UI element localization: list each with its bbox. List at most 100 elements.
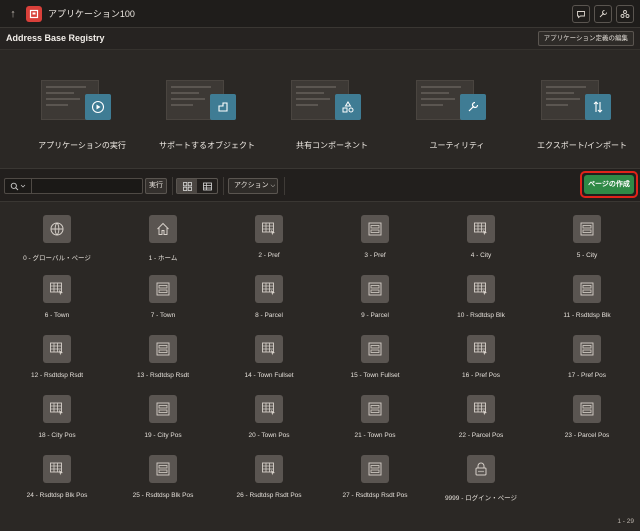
page-label: 2 - Pref [258, 252, 280, 259]
feature-label: ユーティリティ [429, 141, 485, 150]
page-item[interactable]: 11 - Rsdtdsp Blk [534, 267, 640, 327]
page-item[interactable]: 3 - Pref [322, 207, 428, 267]
create-page-button[interactable]: ページの作成 [584, 175, 634, 194]
page-label: 21 - Town Pos [354, 432, 396, 439]
page-item[interactable]: 15 - Town Fullset [322, 327, 428, 387]
edit-application-definition-button[interactable]: アプリケーション定義の編集 [537, 31, 634, 46]
page-item[interactable]: 12 - Rsdtdsp Rsdt [4, 327, 110, 387]
page-item[interactable]: 0 - グローバル・ページ [4, 207, 110, 267]
form-icon [361, 335, 389, 363]
page-label: 0 - グローバル・ページ [23, 255, 91, 262]
page-item[interactable]: 2 - Pref [216, 207, 322, 267]
toolbar: 実行 アクション ⌵ [0, 168, 640, 202]
shapes-icon [335, 94, 361, 120]
app-title: アプリケーション100 [48, 9, 135, 19]
view-toggle [176, 178, 218, 194]
form-icon [573, 215, 601, 243]
page-label: 6 - Town [44, 312, 70, 319]
page-label: 9999 - ログイン・ページ [444, 495, 518, 502]
page-item[interactable]: 27 - Rsdtdsp Rsdt Pos [322, 447, 428, 507]
page-item[interactable]: 1 - ホーム [110, 207, 216, 267]
page-item[interactable]: 21 - Town Pos [322, 387, 428, 447]
actions-menu-button[interactable]: アクション ⌵ [228, 178, 278, 194]
page-item[interactable]: 10 - Rsdtdsp Blk [428, 267, 534, 327]
page-item[interactable]: 19 - City Pos [110, 387, 216, 447]
run-button[interactable]: 実行 [145, 178, 167, 194]
page-label: 25 - Rsdtdsp Blk Pos [132, 492, 194, 499]
page-label: 24 - Rsdtdsp Blk Pos [26, 492, 88, 499]
feature-label: エクスポート/インポート [537, 141, 627, 150]
page-item[interactable]: 5 - City [534, 207, 640, 267]
export-import-tile[interactable]: エクスポート/インポート [527, 78, 637, 158]
page-label: 12 - Rsdtdsp Rsdt [30, 372, 84, 379]
page-label: 14 - Town Fullset [244, 372, 294, 379]
page-label: 10 - Rsdtdsp Blk [457, 312, 505, 319]
page-item[interactable]: 25 - Rsdtdsp Blk Pos [110, 447, 216, 507]
page-item[interactable]: 22 - Parcel Pos [428, 387, 534, 447]
page-item[interactable]: 23 - Parcel Pos [534, 387, 640, 447]
page-label: 17 - Pref Pos [568, 372, 606, 379]
table-form-icon [467, 395, 495, 423]
form-icon [149, 335, 177, 363]
supporting-objects-tile[interactable]: サポートするオブジェクト [152, 78, 262, 158]
page-item[interactable]: 7 - Town [110, 267, 216, 327]
home-icon [149, 215, 177, 243]
page-item[interactable]: 8 - Parcel [216, 267, 322, 327]
table-form-icon [43, 455, 71, 483]
page-label: 19 - City Pos [144, 432, 182, 439]
app-header: Address Base Registry アプリケーション定義の編集 [0, 28, 640, 50]
lock-icon [467, 455, 495, 483]
table-form-icon [43, 335, 71, 363]
tools-icon[interactable] [594, 5, 612, 23]
form-icon [149, 395, 177, 423]
page-label: 1 - ホーム [148, 255, 178, 262]
search-input[interactable] [33, 180, 141, 192]
page-label: 27 - Rsdtdsp Rsdt Pos [342, 492, 408, 499]
page-label: 3 - Pref [364, 252, 386, 259]
report-view-icon[interactable] [197, 179, 217, 193]
page-item[interactable]: 6 - Town [4, 267, 110, 327]
actions-label: アクション [234, 182, 269, 189]
form-icon [361, 215, 389, 243]
form-icon [149, 455, 177, 483]
form-icon [573, 395, 601, 423]
icon-view-icon[interactable] [177, 179, 197, 193]
wrench-icon [460, 94, 486, 120]
feature-label: アプリケーションの実行 [38, 141, 126, 150]
shared-components-icon[interactable] [616, 5, 634, 23]
shared-components-tile[interactable]: 共有コンポーネント [277, 78, 387, 158]
up-arrow-icon[interactable]: ↑ [2, 8, 24, 20]
application-name: Address Base Registry [6, 33, 105, 43]
page-item[interactable]: 9 - Parcel [322, 267, 428, 327]
page-label: 5 - City [576, 252, 598, 259]
page-item[interactable]: 17 - Pref Pos [534, 327, 640, 387]
chat-icon[interactable] [572, 5, 590, 23]
page-item[interactable]: 20 - Town Pos [216, 387, 322, 447]
search-icon[interactable] [5, 179, 32, 193]
page-item[interactable]: 26 - Rsdtdsp Rsdt Pos [216, 447, 322, 507]
page-item[interactable]: 18 - City Pos [4, 387, 110, 447]
page-label: 16 - Pref Pos [462, 372, 500, 379]
search-box [4, 178, 143, 194]
form-icon [573, 335, 601, 363]
create-page-highlight: ページの作成 [580, 171, 638, 198]
page-item[interactable]: 16 - Pref Pos [428, 327, 534, 387]
page-label: 8 - Parcel [255, 312, 283, 319]
feature-tiles: アプリケーションの実行 サポートするオブジェクト 共有コンポーネント ユーティリ… [0, 50, 640, 168]
form-icon [149, 275, 177, 303]
page-label: 11 - Rsdtdsp Blk [563, 312, 611, 319]
page-item[interactable]: 13 - Rsdtdsp Rsdt [110, 327, 216, 387]
page-label: 18 - City Pos [38, 432, 76, 439]
form-icon [361, 455, 389, 483]
chevron-down-icon: ⌵ [270, 183, 276, 189]
table-form-icon [255, 215, 283, 243]
page-item[interactable]: 24 - Rsdtdsp Blk Pos [4, 447, 110, 507]
page-label: 4 - City [470, 252, 492, 259]
page-label: 7 - Town [150, 312, 176, 319]
page-item[interactable]: 9999 - ログイン・ページ [428, 447, 534, 507]
utilities-tile[interactable]: ユーティリティ [402, 78, 512, 158]
page-item[interactable]: 14 - Town Fullset [216, 327, 322, 387]
feature-label: 共有コンポーネント [296, 141, 368, 150]
run-application-tile[interactable]: アプリケーションの実行 [27, 78, 137, 158]
page-item[interactable]: 4 - City [428, 207, 534, 267]
